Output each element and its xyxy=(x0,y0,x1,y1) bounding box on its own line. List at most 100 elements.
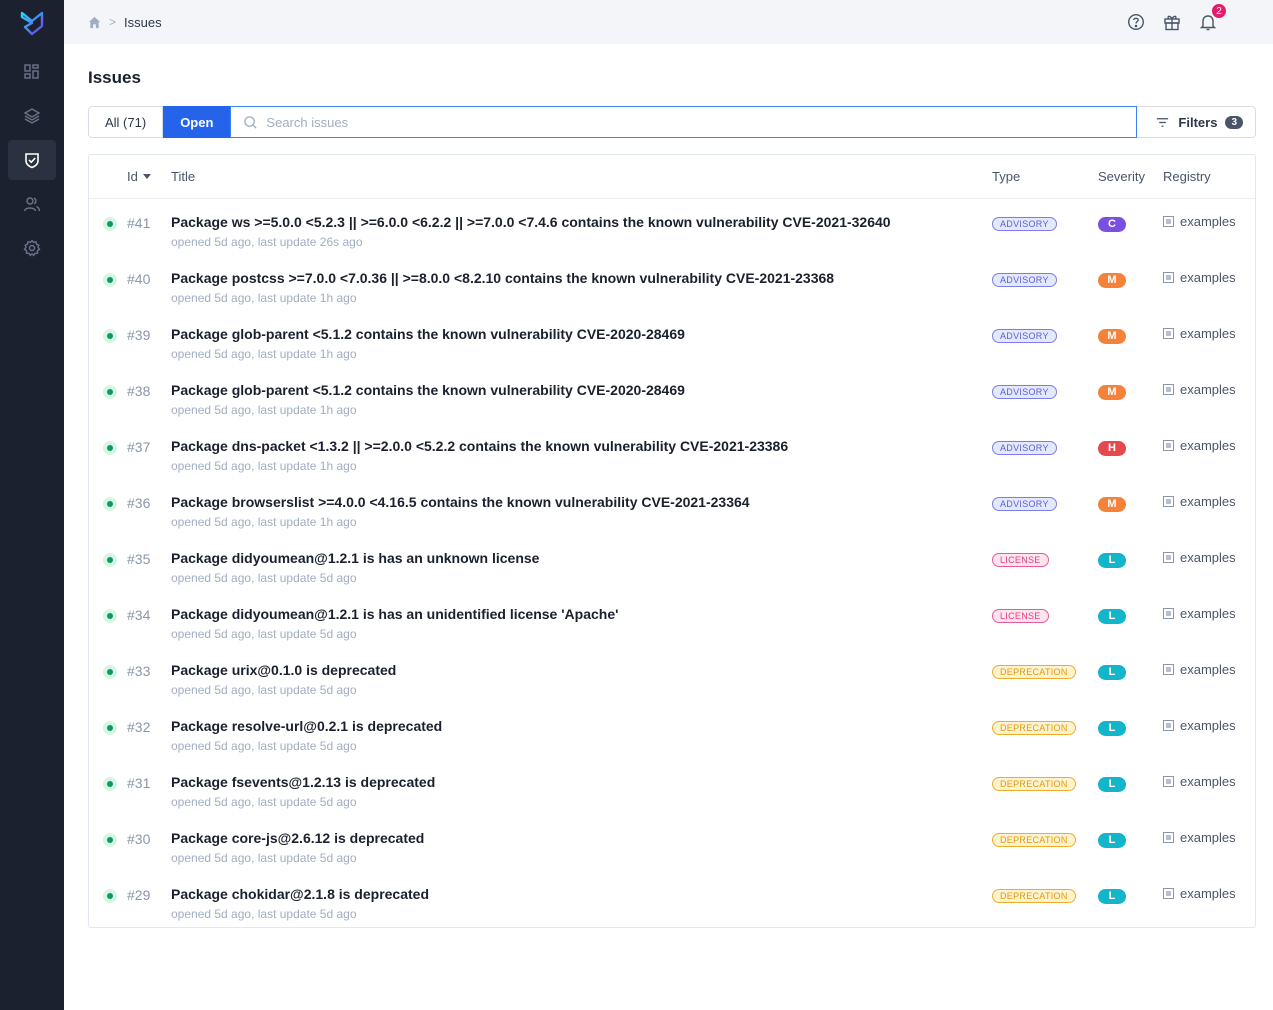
type-badge: ADVISORY xyxy=(992,273,1057,287)
registry-name[interactable]: examples xyxy=(1180,830,1236,845)
notifications-button[interactable]: 2 xyxy=(1199,4,1226,31)
registry-name[interactable]: examples xyxy=(1180,438,1236,453)
tab-all[interactable]: All (71) xyxy=(88,106,164,138)
severity-badge: L xyxy=(1098,888,1126,904)
filters-button[interactable]: Filters 3 xyxy=(1137,106,1256,138)
open-status-icon xyxy=(103,273,117,287)
table-row[interactable]: #36 Package browserslist >=4.0.0 <4.16.5… xyxy=(89,479,1255,535)
registry-name[interactable]: examples xyxy=(1180,606,1236,621)
registry-name[interactable]: examples xyxy=(1180,550,1236,565)
notification-count-badge: 2 xyxy=(1212,4,1226,18)
table-row[interactable]: #37 Package dns-packet <1.3.2 || >=2.0.0… xyxy=(89,423,1255,479)
column-header-id[interactable]: Id xyxy=(127,169,171,184)
search-input[interactable] xyxy=(266,114,1137,130)
registry-icon xyxy=(1163,776,1174,787)
sort-desc-icon xyxy=(142,174,151,179)
gift-icon[interactable] xyxy=(1163,13,1181,31)
severity-badge: H xyxy=(1098,440,1126,456)
issue-meta: opened 5d ago, last update 1h ago xyxy=(171,459,357,473)
issues-page: Issues All (71) Open Filters 3 xyxy=(64,44,1273,928)
severity-badge: C xyxy=(1098,216,1126,232)
issue-title[interactable]: Package didyoumean@1.2.1 is has an unide… xyxy=(171,606,992,622)
registry-name[interactable]: examples xyxy=(1180,382,1236,397)
page-title: Issues xyxy=(88,68,141,87)
table-row[interactable]: #38 Package glob-parent <5.1.2 contains … xyxy=(89,367,1255,423)
registry-name[interactable]: examples xyxy=(1180,774,1236,789)
layers-icon xyxy=(23,108,41,124)
open-status-icon xyxy=(103,553,117,567)
breadcrumb-separator: > xyxy=(109,15,117,29)
issue-meta: opened 5d ago, last update 5d ago xyxy=(171,739,357,753)
issue-meta: opened 5d ago, last update 1h ago xyxy=(171,403,357,417)
table-row[interactable]: #35 Package didyoumean@1.2.1 is has an u… xyxy=(89,535,1255,591)
issue-id: #35 xyxy=(127,551,151,567)
registry-icon xyxy=(1163,496,1174,507)
table-row[interactable]: #30 Package core-js@2.6.12 is deprecated… xyxy=(89,815,1255,871)
type-badge: DEPRECATION xyxy=(992,721,1076,735)
sidebar-item-dashboard[interactable] xyxy=(8,52,56,92)
table-row[interactable]: #34 Package didyoumean@1.2.1 is has an u… xyxy=(89,591,1255,647)
issue-title[interactable]: Package didyoumean@1.2.1 is has an unkno… xyxy=(171,550,992,566)
severity-badge: M xyxy=(1098,328,1126,344)
type-badge: ADVISORY xyxy=(992,497,1057,511)
search-box xyxy=(230,106,1138,138)
table-row[interactable]: #32 Package resolve-url@0.2.1 is depreca… xyxy=(89,703,1255,759)
issue-title[interactable]: Package core-js@2.6.12 is deprecated xyxy=(171,830,992,846)
table-row[interactable]: #41 Package ws >=5.0.0 <5.2.3 || >=6.0.0… xyxy=(89,199,1255,255)
registry-icon xyxy=(1163,440,1174,451)
column-header-id-label: Id xyxy=(127,169,138,184)
sidebar-item-settings[interactable] xyxy=(8,228,56,268)
issue-meta: opened 5d ago, last update 1h ago xyxy=(171,291,357,305)
registry-icon xyxy=(1163,608,1174,619)
registry-name[interactable]: examples xyxy=(1180,214,1236,229)
table-row[interactable]: #40 Package postcss >=7.0.0 <7.0.36 || >… xyxy=(89,255,1255,311)
issue-title[interactable]: Package dns-packet <1.3.2 || >=2.0.0 <5.… xyxy=(171,438,992,454)
type-badge: DEPRECATION xyxy=(992,777,1076,791)
registry-icon xyxy=(1163,832,1174,843)
table-row[interactable]: #31 Package fsevents@1.2.13 is deprecate… xyxy=(89,759,1255,815)
table-row[interactable]: #39 Package glob-parent <5.1.2 contains … xyxy=(89,311,1255,367)
issue-title[interactable]: Package ws >=5.0.0 <5.2.3 || >=6.0.0 <6.… xyxy=(171,214,992,230)
gear-icon xyxy=(23,239,41,257)
issue-meta: opened 5d ago, last update 1h ago xyxy=(171,515,357,529)
registry-name[interactable]: examples xyxy=(1180,494,1236,509)
sidebar-item-users[interactable] xyxy=(8,184,56,224)
registry-icon xyxy=(1163,720,1174,731)
severity-badge: L xyxy=(1098,832,1126,848)
registry-name[interactable]: examples xyxy=(1180,886,1236,901)
registry-name[interactable]: examples xyxy=(1180,718,1236,733)
app-logo[interactable] xyxy=(19,10,45,36)
issue-title[interactable]: Package browserslist >=4.0.0 <4.16.5 con… xyxy=(171,494,992,510)
open-status-icon xyxy=(103,889,117,903)
open-status-icon xyxy=(103,833,117,847)
breadcrumb: > Issues xyxy=(88,15,162,30)
main-area: > Issues 2 Issues All (71) Open Search i… xyxy=(64,0,1273,1010)
issue-title[interactable]: Package postcss >=7.0.0 <7.0.36 || >=8.0… xyxy=(171,270,992,286)
issue-title[interactable]: Package chokidar@2.1.8 is deprecated xyxy=(171,886,992,902)
home-icon[interactable] xyxy=(88,16,101,29)
table-header: Id Title Type Severity Registry xyxy=(89,155,1255,199)
breadcrumb-current: Issues xyxy=(124,14,162,30)
issue-id: #37 xyxy=(127,439,151,455)
sidebar-item-issues[interactable] xyxy=(8,140,56,180)
issue-title[interactable]: Package glob-parent <5.1.2 contains the … xyxy=(171,382,992,398)
issue-meta: opened 5d ago, last update 5d ago xyxy=(171,571,357,585)
open-status-icon xyxy=(103,441,117,455)
issue-title[interactable]: Package fsevents@1.2.13 is deprecated xyxy=(171,774,992,790)
issue-title[interactable]: Package urix@0.1.0 is deprecated xyxy=(171,662,992,678)
table-row[interactable]: #33 Package urix@0.1.0 is deprecated ope… xyxy=(89,647,1255,703)
table-row[interactable]: #29 Package chokidar@2.1.8 is deprecated… xyxy=(89,871,1255,927)
dashboard-icon xyxy=(24,64,39,79)
issue-title[interactable]: Package resolve-url@0.2.1 is deprecated xyxy=(171,718,992,734)
registry-name[interactable]: examples xyxy=(1180,326,1236,341)
app: > Issues 2 Issues All (71) Open Search i… xyxy=(0,0,1273,1010)
registry-name[interactable]: examples xyxy=(1180,270,1236,285)
issue-title[interactable]: Package glob-parent <5.1.2 contains the … xyxy=(171,326,992,342)
registry-name[interactable]: examples xyxy=(1180,662,1236,677)
help-icon[interactable] xyxy=(1127,13,1145,31)
severity-badge: M xyxy=(1098,384,1126,400)
tab-open[interactable]: Open xyxy=(163,106,231,138)
issue-id: #36 xyxy=(127,495,151,511)
severity-badge: M xyxy=(1098,496,1126,512)
sidebar-item-layers[interactable] xyxy=(8,96,56,136)
